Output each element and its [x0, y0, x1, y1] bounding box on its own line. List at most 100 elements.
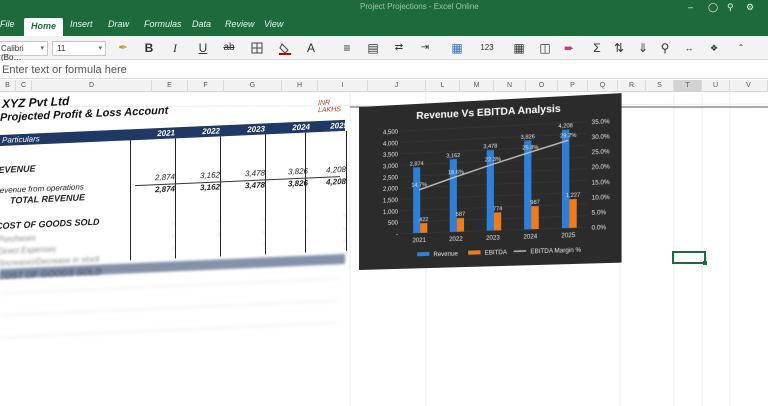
- ribbon-tabs: File Home Insert Draw Formulas Data Revi…: [0, 16, 768, 36]
- year-2021: 2021: [157, 128, 175, 139]
- total-revenue-2021: 2,874: [154, 184, 175, 195]
- column-header-m[interactable]: M: [460, 80, 494, 92]
- tab-insert[interactable]: Insert: [70, 19, 93, 29]
- ebitda-data-label: 587: [456, 212, 465, 218]
- sort-filter-icon[interactable]: ⇅: [610, 40, 628, 56]
- column-header-n[interactable]: N: [494, 80, 526, 92]
- y-tick-label: 2,500: [383, 175, 399, 182]
- clear-icon[interactable]: ➨: [560, 40, 578, 56]
- formula-input[interactable]: [2, 62, 602, 78]
- conditional-format-icon[interactable]: ▦: [448, 40, 466, 56]
- column-header-b[interactable]: B: [0, 80, 16, 92]
- share-icon[interactable]: ⚲: [727, 2, 734, 13]
- underline-icon[interactable]: U: [194, 40, 212, 56]
- column-header-v[interactable]: V: [730, 80, 768, 92]
- revenue-bar: [561, 129, 570, 229]
- total-revenue-2023: 3,478: [244, 180, 265, 191]
- find-select-icon[interactable]: ↔: [680, 40, 698, 56]
- column-header-g[interactable]: G: [224, 80, 282, 92]
- tab-home[interactable]: Home: [24, 18, 64, 36]
- cell-styles-icon[interactable]: ◫: [536, 40, 554, 56]
- revenue-data-label: 3,478: [483, 144, 497, 151]
- row-line: [0, 278, 340, 294]
- legend-revenue: Revenue: [433, 251, 458, 258]
- align-left-icon[interactable]: ≡: [338, 40, 356, 56]
- column-header-h[interactable]: H: [282, 80, 318, 92]
- year-2024: 2024: [292, 122, 310, 133]
- column-header-u[interactable]: U: [702, 80, 730, 92]
- y2-tick-label: 0.0%: [592, 225, 607, 232]
- column-divider: [265, 134, 266, 255]
- column-divider: [130, 140, 131, 261]
- cogs-value: -: [262, 239, 265, 249]
- column-divider: [220, 136, 221, 257]
- italic-icon[interactable]: I: [166, 40, 184, 56]
- merge-center-icon[interactable]: ⇄: [390, 40, 408, 56]
- fill-handle[interactable]: [703, 261, 707, 265]
- search-icon[interactable]: ⚲: [656, 40, 674, 56]
- y-tick-label: 1,500: [383, 198, 399, 205]
- column-header-j[interactable]: J: [368, 80, 426, 92]
- legend-swatch-revenue: [417, 251, 430, 257]
- cogs-value: -: [343, 210, 346, 221]
- cogs-value: -: [262, 214, 265, 224]
- number-format-icon[interactable]: 123: [478, 40, 496, 56]
- column-header-o[interactable]: O: [526, 80, 558, 92]
- ebitda-data-label: 1,227: [566, 193, 581, 200]
- column-header-p[interactable]: P: [558, 80, 588, 92]
- wrap-text-icon[interactable]: ▤: [364, 40, 382, 56]
- column-header-q[interactable]: Q: [588, 80, 618, 92]
- autosum-icon[interactable]: Σ: [588, 40, 606, 56]
- tab-data[interactable]: Data: [192, 19, 211, 29]
- section-cogs: COST OF GOODS SOLD: [0, 216, 100, 232]
- borders-icon[interactable]: [248, 40, 266, 56]
- column-header-i[interactable]: I: [318, 80, 368, 92]
- indent-icon[interactable]: ⇥: [416, 40, 434, 56]
- fill-color-icon[interactable]: [276, 40, 294, 56]
- column-header-e[interactable]: E: [152, 80, 188, 92]
- column-header-c[interactable]: C: [16, 80, 32, 92]
- cogs-value: -: [172, 243, 175, 253]
- particulars-header: Particulars: [2, 134, 40, 145]
- cogs-row-label: Direct Expenses: [0, 244, 57, 257]
- column-header-s[interactable]: S: [646, 80, 674, 92]
- column-header-t[interactable]: T: [674, 80, 702, 92]
- bold-icon[interactable]: B: [140, 40, 158, 56]
- fill-icon[interactable]: ⇓: [634, 40, 652, 56]
- format-painter-icon[interactable]: ✒: [114, 40, 132, 56]
- chevron-down-icon: ▾: [40, 45, 44, 52]
- tab-formulas[interactable]: Formulas: [144, 19, 182, 29]
- column-divider: [346, 130, 347, 251]
- tab-review[interactable]: Review: [225, 19, 255, 29]
- revenue-ops-2023: 3,478: [244, 168, 265, 179]
- strikethrough-icon[interactable]: ab: [220, 40, 238, 56]
- font-color-icon[interactable]: A: [302, 40, 320, 56]
- table-format-icon[interactable]: ▦: [510, 40, 528, 56]
- ebitda-bar: [569, 198, 577, 228]
- y2-tick-label: 5.0%: [592, 210, 607, 217]
- margin-data-label: 25.8%: [522, 145, 538, 152]
- y-tick-label: 4,500: [383, 130, 399, 137]
- revenue-ops-2022: 3,162: [199, 170, 220, 181]
- tab-view[interactable]: View: [264, 19, 283, 29]
- minimize-icon[interactable]: –: [688, 2, 693, 12]
- revenue-ebitda-chart[interactable]: Revenue Vs EBITDA Analysis 4,500 4,000 3,50…: [359, 93, 622, 270]
- y2-tick-label: 30.0%: [592, 134, 611, 141]
- column-header-l[interactable]: L: [426, 80, 460, 92]
- title-bar: Project Projections - Excel Online – ◯ ⚲…: [0, 0, 768, 16]
- ideas-icon[interactable]: ❖: [705, 40, 723, 56]
- location-icon[interactable]: ◯: [708, 2, 718, 13]
- font-name-dropdown[interactable]: Calibri (Bo… ▾: [0, 41, 48, 62]
- revenue-data-label: 3,162: [446, 153, 460, 160]
- selected-cell[interactable]: [672, 251, 707, 265]
- more-options-icon[interactable]: ⌃: [732, 40, 750, 56]
- y-tick-label: 1,000: [383, 209, 399, 216]
- settings-icon[interactable]: ⚙: [746, 2, 754, 13]
- tab-file[interactable]: File: [0, 19, 15, 29]
- column-header-d[interactable]: D: [32, 80, 152, 92]
- column-header-r[interactable]: R: [618, 80, 646, 92]
- column-header-f[interactable]: F: [188, 80, 224, 92]
- font-size-dropdown[interactable]: 11 ▾: [52, 41, 106, 56]
- tab-draw[interactable]: Draw: [108, 19, 129, 29]
- total-revenue-2025: 4,208: [325, 176, 346, 187]
